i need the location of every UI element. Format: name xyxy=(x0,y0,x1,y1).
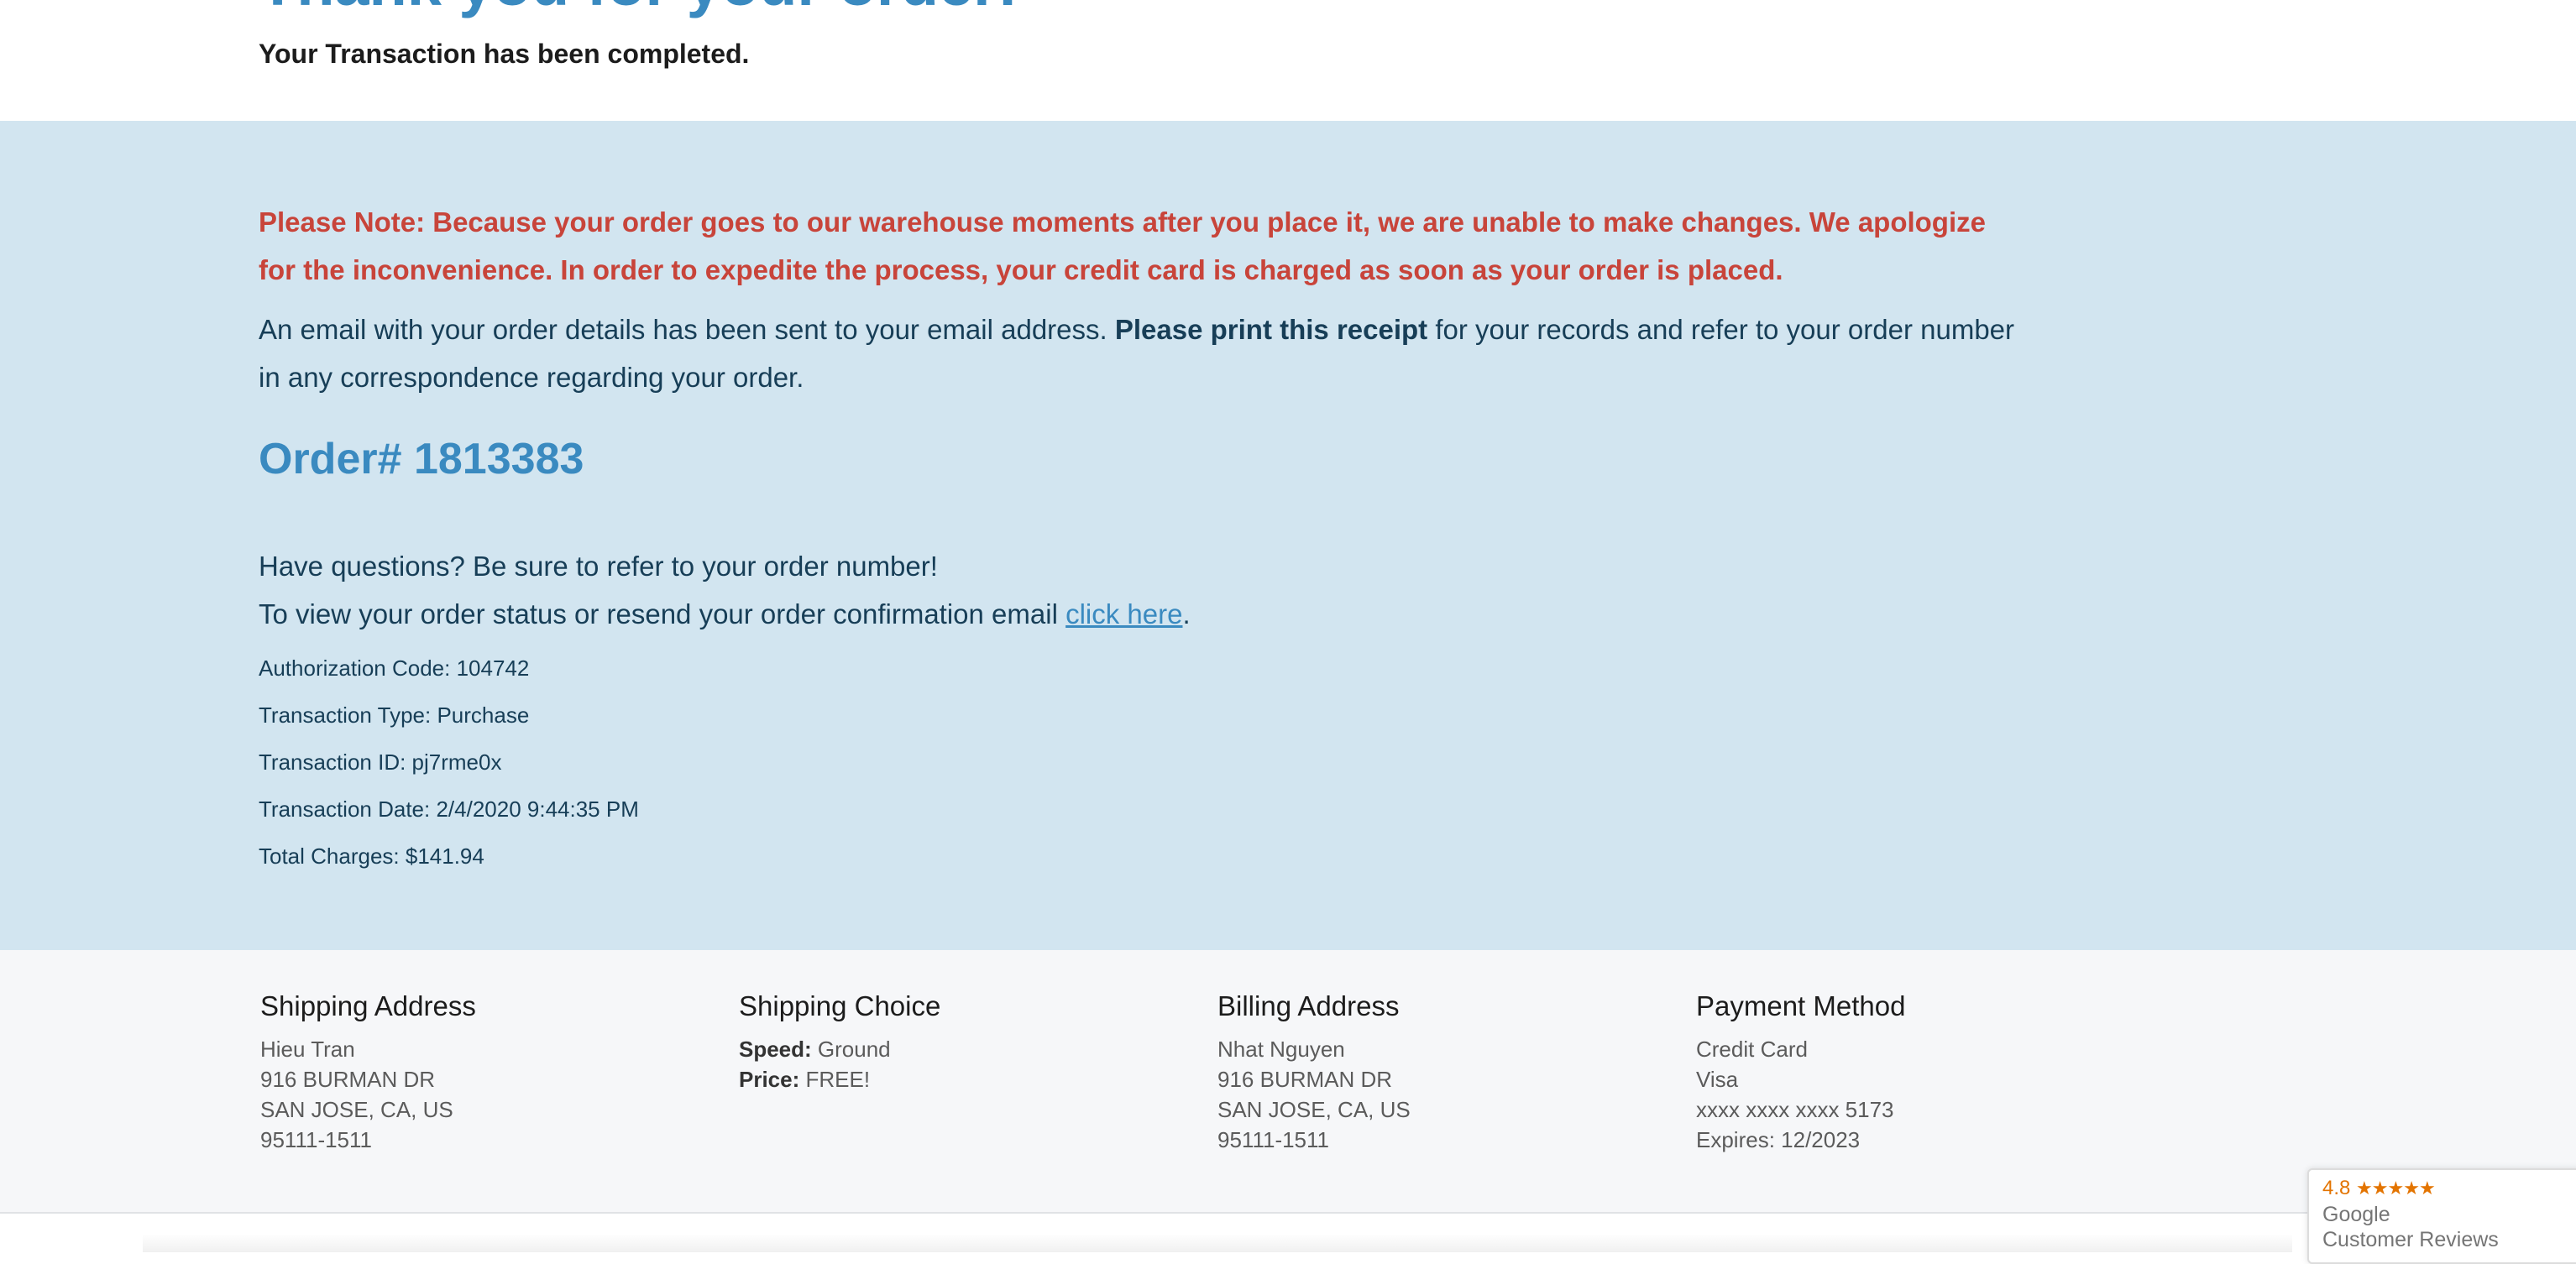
card-brand: Visa xyxy=(1696,1067,1739,1092)
total-charges: Total Charges: $141.94 xyxy=(259,844,484,869)
billing-name: Nhat Nguyen xyxy=(1217,1037,1345,1062)
address-summary-section: Shipping Address Hieu Tran 916 BURMAN DR… xyxy=(0,950,2576,1212)
transaction-completed-text: Your Transaction has been completed. xyxy=(259,39,750,69)
shipping-city: SAN JOSE, CA, US xyxy=(260,1097,453,1122)
billing-street: 916 BURMAN DR xyxy=(1217,1067,1393,1092)
price-value: FREE! xyxy=(805,1067,871,1092)
click-here-link[interactable]: click here xyxy=(1065,598,1182,629)
billing-address-block: Billing Address Nhat Nguyen 916 BURMAN D… xyxy=(1217,989,1411,1155)
rating-value: 4.8 xyxy=(2322,1177,2351,1199)
notice-text: Please Note: Because your order goes to … xyxy=(259,206,1986,285)
billing-city: SAN JOSE, CA, US xyxy=(1217,1097,1411,1122)
confirmation-header: Thank you for your order! Your Transacti… xyxy=(0,0,2576,121)
order-status-text: To view your order status or resend your… xyxy=(259,598,1058,629)
shipping-price: Price: FREE! xyxy=(739,1064,940,1094)
shipping-choice-block: Shipping Choice Speed: Ground Price: FRE… xyxy=(739,989,940,1094)
google-customer-reviews-badge[interactable]: 4.8 ★★★★★ Google Customer Reviews xyxy=(2307,1168,2576,1264)
billing-address-heading: Billing Address xyxy=(1217,990,1400,1021)
page-title: Thank you for your order! xyxy=(259,0,1018,22)
card-expiry: Expires: 12/2023 xyxy=(1696,1127,1861,1152)
shipping-name: Hieu Tran xyxy=(260,1037,355,1062)
google-label: Google xyxy=(2322,1203,2390,1226)
payment-method-block: Payment Method Credit Card Visa xxxx xxx… xyxy=(1696,989,1905,1155)
billing-zip: 95111-1511 xyxy=(1217,1127,1330,1152)
order-status-period: . xyxy=(1182,598,1191,629)
authorization-code: Authorization Code: 104742 xyxy=(259,656,530,681)
order-number: Order# 1813383 xyxy=(259,435,584,483)
page-footer-area xyxy=(0,1214,2576,1252)
footer-shadow xyxy=(143,1234,2292,1252)
print-receipt-text: Please print this receipt xyxy=(1114,314,1428,345)
order-status-line: To view your order status or resend your… xyxy=(259,590,1191,638)
shipping-address-block: Shipping Address Hieu Tran 916 BURMAN DR… xyxy=(260,989,476,1155)
shipping-address-heading: Shipping Address xyxy=(260,990,476,1021)
email-message: An email with your order details has bee… xyxy=(259,306,2022,401)
payment-type: Credit Card xyxy=(1696,1037,1808,1062)
order-info-section: Please Note: Because your order goes to … xyxy=(0,121,2576,950)
rating-row: 4.8 ★★★★★ xyxy=(2322,1177,2436,1200)
speed-label: Speed: xyxy=(739,1037,812,1062)
transaction-details: Authorization Code: 104742 Transaction T… xyxy=(259,645,639,880)
star-rating-icon: ★★★★★ xyxy=(2356,1178,2436,1199)
questions-text: Have questions? Be sure to refer to your… xyxy=(259,551,938,582)
price-label: Price: xyxy=(739,1067,800,1092)
transaction-date: Transaction Date: 2/4/2020 9:44:35 PM xyxy=(259,797,639,822)
shipping-street: 916 BURMAN DR xyxy=(260,1067,436,1092)
payment-method-heading: Payment Method xyxy=(1696,990,1906,1021)
email-message-part1: An email with your order details has bee… xyxy=(259,314,1107,345)
card-number: xxxx xxxx xxxx 5173 xyxy=(1696,1097,1894,1122)
shipping-choice-heading: Shipping Choice xyxy=(739,990,941,1021)
customer-reviews-label: Customer Reviews xyxy=(2322,1228,2499,1251)
shipping-zip: 95111-1511 xyxy=(260,1127,373,1152)
speed-value: Ground xyxy=(817,1037,891,1062)
transaction-id: Transaction ID: pj7rme0x xyxy=(259,750,502,775)
shipping-speed: Speed: Ground xyxy=(739,1034,940,1064)
transaction-type: Transaction Type: Purchase xyxy=(259,703,530,728)
